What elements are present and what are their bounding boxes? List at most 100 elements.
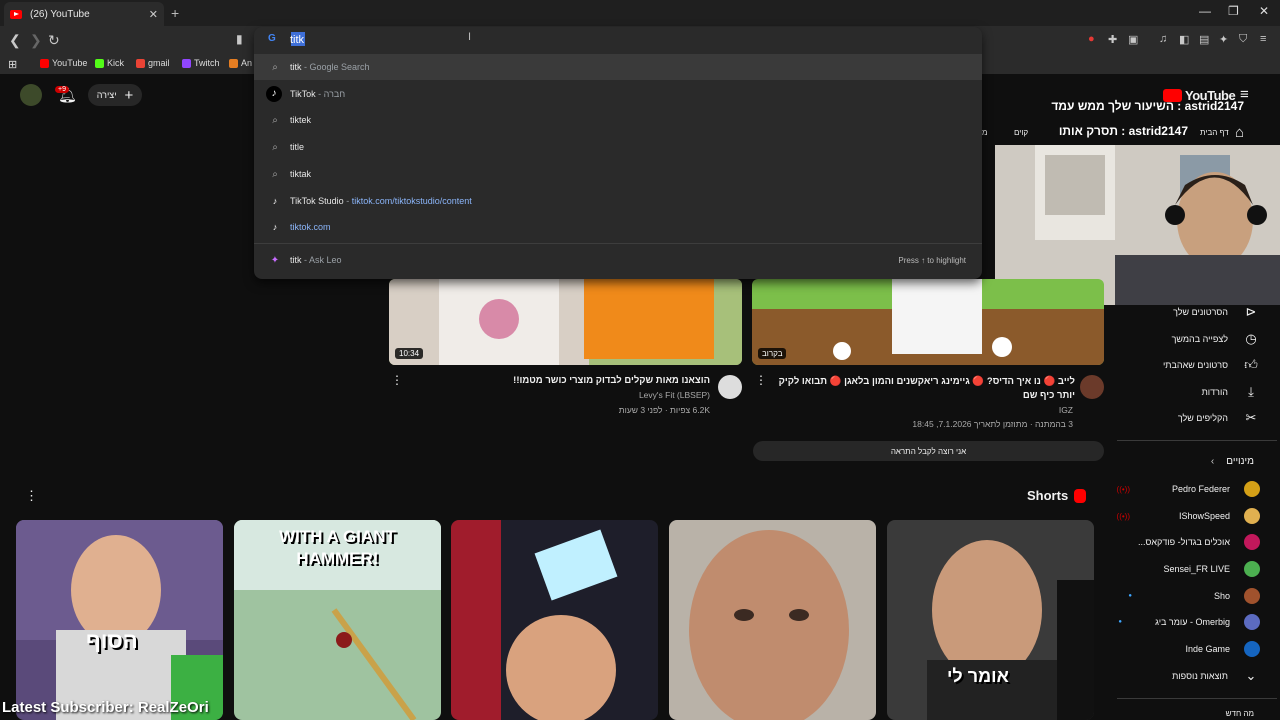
gmail-icon <box>136 58 145 68</box>
search-icon: ⌕ <box>272 168 278 180</box>
video-thumbnail-image-1 <box>389 279 742 365</box>
subscription-item[interactable]: ● עומר ביג - Omerbig <box>1118 614 1260 630</box>
home-icon[interactable]: ⌂ <box>1235 124 1244 141</box>
video-thumbnail-2[interactable]: בקרוב <box>752 279 1104 365</box>
youtube-icon <box>40 58 49 68</box>
suggestion-tiktak[interactable]: ⌕ tiktak <box>254 161 982 187</box>
suggestion-ask-leo[interactable]: ✦ titk - Ask Leo <box>254 247 982 273</box>
suggestion-tiktok-studio[interactable]: ♪ TikTok Studio - tiktok.com/tiktokstudi… <box>254 188 982 214</box>
chip-shorts[interactable]: קוים <box>1014 128 1028 137</box>
more-options-icon[interactable]: ⋮ <box>755 373 767 387</box>
search-icon: ⌕ <box>272 114 278 126</box>
omnibox-input-row: G I <box>254 27 982 53</box>
search-icon: ⌕ <box>272 141 278 153</box>
subscription-item[interactable]: ((•)) Pedro Federer <box>1117 481 1260 497</box>
menu-icon[interactable]: ≡ <box>1260 33 1266 45</box>
bookmark-icon[interactable]: ▮ <box>236 32 243 46</box>
channel-avatar-1[interactable] <box>718 375 742 399</box>
channel-avatar <box>1244 614 1260 630</box>
media-icon[interactable]: ♫ <box>1159 33 1167 45</box>
create-button[interactable]: יצירה + <box>88 84 142 106</box>
short-overlay-2: WITH A GIANT HAMMER! <box>279 527 396 568</box>
sparkle-icon: ✦ <box>270 254 280 266</box>
tiktok-icon: ♪ <box>272 222 278 232</box>
short-4[interactable] <box>669 520 876 720</box>
tab-close-icon[interactable]: ✕ <box>149 8 158 21</box>
subscription-item[interactable]: ...אוכלים בגדול- פודקאס <box>1138 534 1260 550</box>
short-3[interactable] <box>451 520 658 720</box>
suggestion-tiktok-company[interactable]: ♪ TikTok - חברה <box>254 81 982 107</box>
tab-strip: (26) YouTube ✕ + — ❐ ✕ <box>0 0 1280 26</box>
sidebar-toggle-icon[interactable]: ◧ <box>1179 33 1189 46</box>
show-more-button[interactable]: תוצאות נוספות ⌄ <box>1172 668 1260 684</box>
new-tab-button[interactable]: + <box>171 5 179 21</box>
notify-me-button[interactable]: אני רוצה לקבל התראה <box>753 441 1104 461</box>
tab-youtube[interactable]: (26) YouTube ✕ <box>4 2 164 26</box>
stream-alert-2: תסרק אותו : astrid2147 <box>1058 124 1188 138</box>
live-indicator-icon: ((•)) <box>1116 484 1130 494</box>
back-icon[interactable]: ❮ <box>9 32 21 49</box>
extension-puzzle-icon[interactable]: ✚ <box>1108 33 1117 46</box>
apps-grid-icon[interactable]: ⊞ <box>8 58 17 71</box>
close-window-button[interactable]: ✕ <box>1259 4 1269 18</box>
video-channel-2[interactable]: IGZ <box>770 405 1073 415</box>
bookmark-an[interactable]: An <box>229 58 252 68</box>
bookmark-youtube[interactable]: YouTube <box>40 58 87 68</box>
suggestion-divider <box>254 243 982 244</box>
suggestion-google-search[interactable]: ⌕ titk - Google Search <box>254 54 982 80</box>
sidebar-divider <box>1117 698 1277 699</box>
short-5[interactable]: אומר לי <box>887 520 1094 720</box>
sidebar-item-your-videos[interactable]: הסרטונים שלך ⊳ <box>1173 304 1260 320</box>
suggestion-tiktek[interactable]: ⌕ tiktek <box>254 107 982 133</box>
leo-ai-icon[interactable]: ✦ <box>1219 33 1228 46</box>
forward-icon[interactable]: ❯ <box>30 32 42 49</box>
avatar[interactable] <box>20 84 42 106</box>
subscriptions-header[interactable]: ‹ מינויים <box>1211 456 1254 467</box>
sidebar-item-liked-videos[interactable]: סרטונים שאהבתי 👍︎ <box>1163 357 1260 373</box>
subscription-item[interactable]: Inde Game <box>1185 641 1260 657</box>
address-bar-input[interactable] <box>290 32 690 48</box>
more-options-icon[interactable]: ⋮ <box>391 373 403 387</box>
shorts-title: Shorts <box>1027 488 1069 503</box>
short-1[interactable]: הסוף <box>16 520 223 720</box>
search-icon: ⌕ <box>272 61 278 73</box>
subscription-item[interactable]: ((•)) IShowSpeed <box>1117 508 1260 524</box>
home-label[interactable]: דף הבית <box>1200 128 1229 137</box>
minimize-button[interactable]: — <box>1199 4 1211 18</box>
shorts-icon <box>1074 488 1087 503</box>
reload-icon[interactable]: ↻ <box>48 32 60 49</box>
channel-avatar <box>1244 561 1260 577</box>
bookmark-gmail[interactable]: gmail <box>136 58 170 68</box>
sidebar-item-watch-later[interactable]: לצפייה בהמשך ◷ <box>1172 331 1260 347</box>
video-thumbnail-1[interactable]: 10:34 <box>389 279 742 365</box>
whats-new-label[interactable]: מה חדש <box>1226 709 1254 718</box>
sidebar-item-clips[interactable]: הקליפים שלך ✂ <box>1178 410 1260 426</box>
shorts-more-icon[interactable]: ⋮ <box>25 488 38 504</box>
suggestion-tiktok-com[interactable]: ♪ tiktok.com <box>254 214 982 240</box>
wallet-icon[interactable]: ▤ <box>1199 33 1209 46</box>
channel-avatar <box>1244 588 1260 604</box>
suggestion-title[interactable]: ⌕ title <box>254 134 982 160</box>
thumbs-up-icon: 👍︎ <box>1244 357 1258 372</box>
bookmark-twitch[interactable]: Twitch <box>182 58 220 68</box>
short-2[interactable]: WITH A GIANT HAMMER! <box>234 520 441 720</box>
extension-record-icon[interactable]: ● <box>1088 33 1095 45</box>
keyboard-hint: Press ↑ to highlight <box>898 256 966 265</box>
video-title-2[interactable]: לייב 🔴 נו איך הדיס? 🔴 גיימינג ריאקשנים ו… <box>770 375 1075 403</box>
video-meta-1: 6.2K צפיות · לפני 3 שעות <box>618 405 710 415</box>
subscription-item[interactable]: Sensei_FR LIVE <box>1163 561 1260 577</box>
channel-avatar-2[interactable] <box>1080 375 1104 399</box>
restore-button[interactable]: ❐ <box>1228 4 1239 18</box>
new-content-dot-icon: ● <box>1118 619 1122 625</box>
extension-screenshot-icon[interactable]: ▣ <box>1128 33 1138 46</box>
bookmark-kick[interactable]: Kick <box>95 58 124 68</box>
shield-icon[interactable]: ⛉ <box>1239 33 1247 46</box>
latest-subscriber-overlay: Latest Subscriber: RealZeOri <box>2 699 209 716</box>
clock-icon: ◷ <box>1245 331 1257 346</box>
subscription-item[interactable]: ● Sho <box>1128 588 1260 604</box>
video-channel-1[interactable]: Levy's Fit (LBSEP) <box>400 390 710 400</box>
shorts-header: Shorts <box>1027 488 1087 503</box>
sidebar-item-downloads[interactable]: הורדות ⤓ <box>1202 384 1260 400</box>
video-title-1[interactable]: הוצאנו מאות שקלים לבדוק מוצרי כושר מטמו!… <box>400 375 710 386</box>
chip-more[interactable]: מ <box>982 128 988 137</box>
